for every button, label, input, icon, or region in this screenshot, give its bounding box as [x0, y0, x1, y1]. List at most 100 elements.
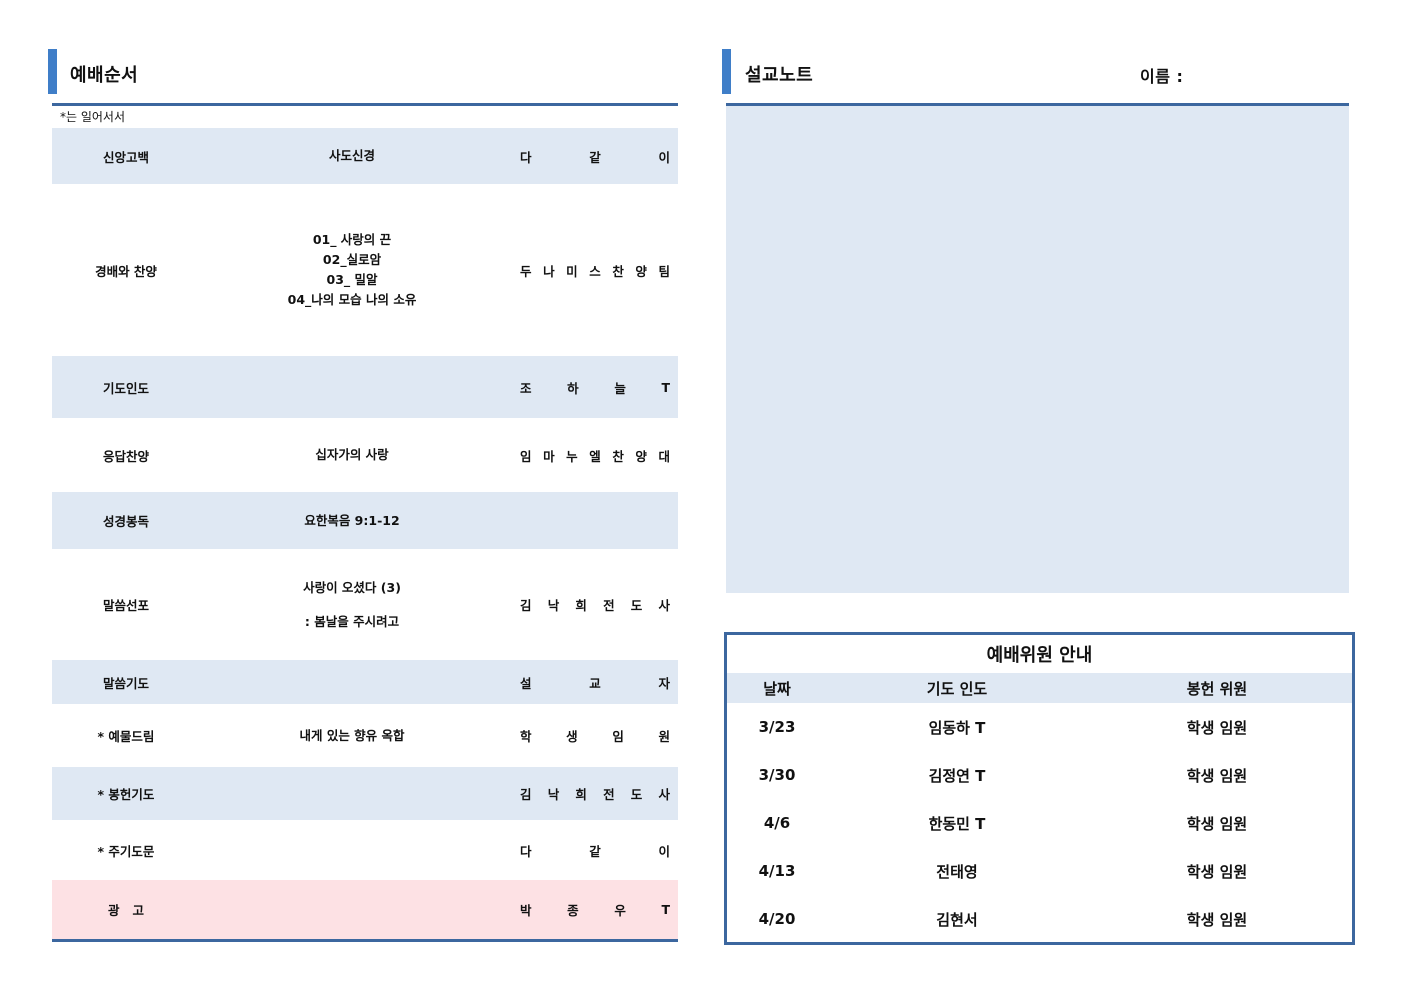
staff-prayer-leader: 임동하 T — [928, 718, 986, 737]
leader-char: 팀 — [658, 263, 670, 279]
staff-row: 3/23 임동하 T 학생 임원 — [727, 703, 1352, 751]
leader-char: 사 — [658, 598, 670, 613]
order-row-leader: 김낙희 전도사 — [512, 549, 678, 660]
staff-offering: 학생 임원 — [1186, 814, 1248, 833]
leader-char: 하 — [567, 380, 579, 396]
order-row-leader: 조하늘T — [512, 356, 678, 418]
leader-char: 다 — [520, 149, 532, 165]
leader-char: 희 — [575, 787, 587, 802]
order-row: 말씀기도 설 교 자 — [52, 660, 678, 704]
order-row-label: 말씀기도 — [102, 675, 149, 691]
header-offering: 봉헌 위원 — [1186, 679, 1248, 698]
order-row-content-line: 요한복음 9:1-12 — [304, 512, 400, 528]
staff-prayer-leader: 김현서 — [936, 910, 978, 929]
leader-char: 낙 — [547, 598, 560, 613]
order-row-leader: 다같이 — [512, 128, 678, 184]
order-row-content — [200, 767, 504, 820]
leader-char: 누 — [566, 448, 578, 464]
order-row-leader: 임마누엘찬양대 — [512, 418, 678, 492]
section-accent-bar — [48, 49, 57, 94]
order-row-label: 성경봉독 — [102, 514, 149, 529]
name-label: 이름 : — [1140, 67, 1184, 86]
staff-prayer-leader: 김정연 T — [928, 766, 986, 785]
leader-char: 이 — [658, 843, 670, 859]
leader-char: 엘 — [589, 448, 601, 464]
order-row-content-line: 내게 있는 향유 옥합 — [299, 727, 405, 743]
order-row-label: * 주기도문 — [97, 843, 155, 859]
leader-char: T — [661, 379, 670, 395]
order-row-leader: 다같이 — [512, 820, 678, 880]
leader-char: 임 — [612, 729, 624, 744]
leader-char: 미 — [566, 263, 578, 279]
leader-char: 양 — [635, 263, 647, 279]
section-accent-bar — [722, 49, 731, 94]
order-of-worship-title: 예배순서 — [70, 65, 139, 86]
leader-char: 찬 — [612, 448, 624, 464]
leader-char: 임 — [520, 448, 532, 464]
staff-offering: 학생 임원 — [1186, 862, 1248, 881]
leader-char: 설 — [520, 675, 532, 691]
order-row-content: 01_ 사랑의 끈 02_실로암 03_ 밀알 04_나의 모습 나의 소유 — [200, 184, 504, 356]
order-row-leader: 두나미스찬양팀 — [512, 184, 678, 356]
order-row-content: 요한복음 9:1-12 — [200, 492, 504, 549]
order-row-content — [200, 660, 504, 704]
order-row-content-line: 04_나의 모습 나의 소유 — [287, 292, 417, 307]
sermon-note-area[interactable] — [726, 106, 1349, 593]
staff-row: 4/6 한동민 T 학생 임원 — [727, 799, 1352, 847]
leader-char: 도 — [630, 787, 643, 802]
staff-date: 4/20 — [758, 910, 796, 928]
staff-date: 3/30 — [758, 766, 796, 784]
order-row-leader: 박종우T — [512, 880, 678, 939]
order-row-content: 십자가의 사랑 — [200, 418, 504, 492]
leader-char: 희 — [575, 598, 587, 613]
leader-char: 생 — [566, 729, 578, 744]
staff-date: 3/23 — [758, 718, 796, 736]
title-rule — [52, 103, 678, 106]
leader-char: 교 — [589, 675, 601, 691]
order-row: 응답찬양 십자가의 사랑 임 마 누 엘 찬 양 대 — [52, 418, 678, 492]
standing-note: *는 일어서서 — [60, 110, 126, 124]
leader-char: 찬 — [612, 263, 624, 279]
staff-offering: 학생 임원 — [1186, 766, 1248, 785]
order-row: 성경봉독 요한복음 9:1-12 — [52, 492, 678, 549]
order-row-leader — [512, 492, 678, 549]
order-row-label: 기도인도 — [102, 380, 149, 396]
order-row: 말씀선포 사랑이 오셨다 (3): 봄날을 주시려고 김 낙 희 전 도 사 — [52, 549, 678, 660]
order-row-content-line: 02_실로암 — [322, 252, 382, 267]
staff-row: 3/30 김정연 T 학생 임원 — [727, 751, 1352, 799]
order-row-content-line: 03_ 밀알 — [326, 272, 378, 287]
order-row-content-line: 십자가의 사랑 — [315, 447, 389, 462]
leader-char: 두 — [520, 263, 532, 279]
leader-char: 늘 — [614, 380, 626, 396]
order-row-content-line: : 봄날을 주시려고 — [304, 613, 400, 629]
order-row-label: 광 고 — [107, 903, 145, 918]
leader-char: 우 — [614, 903, 626, 918]
order-row-content-line: 사도신경 — [328, 148, 375, 163]
staff-table-title: 예배위원 안내 — [986, 645, 1093, 666]
order-row-leader: 김낙희 전도사 — [512, 767, 678, 820]
bottom-rule — [52, 939, 678, 942]
order-row: * 봉헌기도 김 낙 희 전 도 사 — [52, 767, 678, 820]
leader-char: 같 — [589, 149, 601, 165]
staff-row: 4/20 김현서 학생 임원 — [727, 895, 1352, 943]
order-row: 신앙고백 사도신경 다 같 이 — [52, 128, 678, 184]
order-row: 경배와 찬양 01_ 사랑의 끈 02_실로암 03_ 밀알 04_나의 모습 나의 소… — [52, 184, 678, 356]
order-row-content-line: 01_ 사랑의 끈 — [312, 232, 392, 247]
order-row: 광 고 박종우T — [52, 880, 678, 939]
leader-char: 같 — [589, 843, 601, 859]
order-row: 기도인도 조 하 늘 T — [52, 356, 678, 418]
leader-char: 나 — [543, 263, 555, 279]
leader-char: 조 — [520, 380, 532, 396]
leader-char: 원 — [658, 729, 670, 744]
order-row-content-line: 사랑이 오셨다 (3) — [303, 579, 401, 595]
order-row-label: 신앙고백 — [102, 149, 149, 165]
leader-char: 전 — [603, 787, 615, 802]
order-row-label: * 예물드림 — [97, 729, 155, 744]
order-row-leader: 학생임원 — [512, 704, 678, 767]
staff-date: 4/6 — [763, 814, 791, 832]
staff-offering: 학생 임원 — [1186, 718, 1248, 737]
order-row: * 주기도문 다 같 이 — [52, 820, 678, 880]
order-row-content — [200, 356, 504, 418]
leader-char: 김 — [520, 598, 532, 613]
order-row-content — [200, 820, 504, 880]
